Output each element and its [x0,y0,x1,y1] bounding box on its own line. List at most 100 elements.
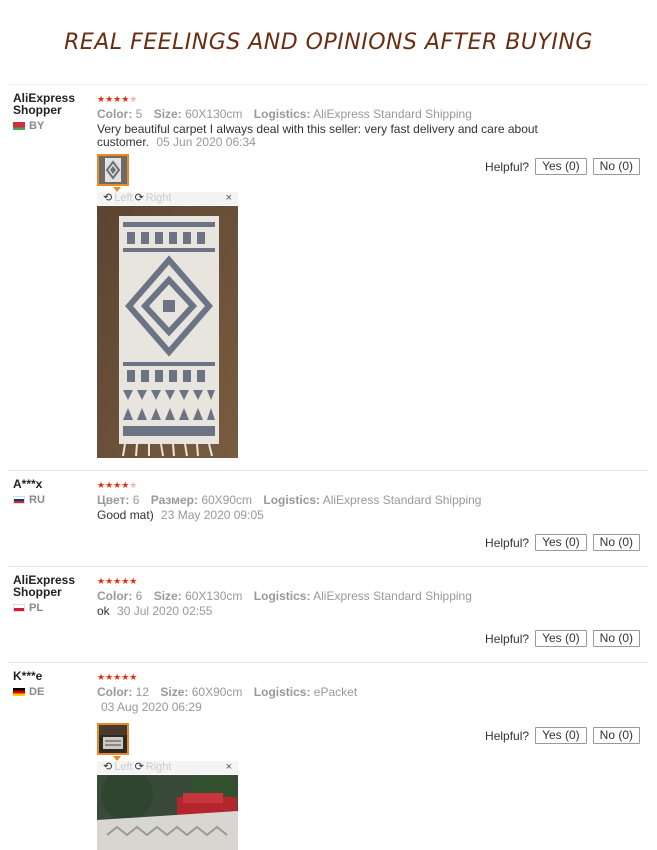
attr-value: 12 [135,685,150,699]
close-icon[interactable]: × [226,761,232,774]
helpful-yes-button[interactable]: Yes (0) [535,630,587,647]
review-attributes: Цвет: 6 Размер: 60X90cm Logistics: AliEx… [97,493,567,507]
reviewer-country: BY [13,120,93,132]
reviewer-info: AliExpress Shopper PL [13,574,93,614]
rotate-right-label[interactable]: Right [146,192,172,205]
helpful-label: Helpful? [485,631,530,646]
reviewer-name: AliExpress Shopper [13,573,76,599]
reviewer-name: A***x [13,477,43,491]
review-content: ★★★★★ Color: 6 Size: 60X130cm Logistics:… [97,576,567,618]
helpful-label: Helpful? [485,535,530,550]
rotate-right-icon[interactable]: ⟳ [135,192,144,205]
rotate-left-label[interactable]: Left [114,761,132,774]
close-icon[interactable]: × [226,192,232,205]
helpful-vote: Helpful? Yes (0) No (0) [485,727,640,744]
attr-label: Size: [153,589,182,603]
helpful-vote: Helpful? Yes (0) No (0) [485,534,640,551]
star-rating: ★★★★★ [97,672,138,682]
photo-viewer-toolbar: ⟲ Left ⟳ Right × [97,192,238,205]
attr-label: Logistics: [253,107,311,121]
flag-pl-icon [13,604,25,612]
helpful-no-button[interactable]: No (0) [592,727,640,744]
review-photo-thumbnail[interactable] [97,723,129,755]
review-text-block: 03 Aug 2020 06:29 [97,701,567,714]
helpful-no-button[interactable]: No (0) [592,158,640,175]
country-code: RU [29,494,45,506]
attr-label: Размер: [150,493,198,507]
review-content: ★★★★★ Color: 5 Size: 60X130cm Logistics:… [97,94,567,149]
review-text-block: Good mat) 23 May 2020 09:05 [97,509,567,522]
rotate-left-icon[interactable]: ⟲ [103,192,112,205]
divider [8,84,649,85]
attr-label: Logistics: [263,493,321,507]
section-heading: REAL FEELINGS AND OPINIONS AFTER BUYING [64,30,593,55]
review-date: 03 Aug 2020 06:29 [101,700,202,714]
helpful-no-button[interactable]: No (0) [592,630,640,647]
attr-value: 6 [132,493,140,507]
attr-value: AliExpress Standard Shipping [313,107,472,121]
helpful-yes-button[interactable]: Yes (0) [535,158,587,175]
reviewer-name: K***e [13,669,43,683]
attr-value: 60X90cm [191,685,243,699]
attr-value: AliExpress Standard Shipping [322,493,482,507]
review-attributes: Color: 6 Size: 60X130cm Logistics: AliEx… [97,589,567,603]
rug-thumb-image [99,725,127,753]
rotate-left-label[interactable]: Left [114,192,132,205]
reviewer-info: AliExpress Shopper BY [13,92,93,132]
rotate-left-icon[interactable]: ⟲ [103,761,112,774]
attr-value: 5 [135,107,143,121]
review-content: ★★★★★ Цвет: 6 Размер: 60X90cm Logistics:… [97,480,567,522]
review-photo-large [97,206,238,458]
star-rating: ★★★★★ [97,480,138,490]
attr-label: Color: [97,107,133,121]
review-text-block: Very beautiful carpet I always deal with… [97,123,567,149]
review-item: K***e DE ★★★★★ Color: 12 Size: 60X90cm L… [8,664,648,850]
reviewer-info: A***x RU [13,478,93,506]
review-attributes: Color: 5 Size: 60X130cm Logistics: AliEx… [97,107,567,121]
star-rating: ★★★★★ [97,576,138,586]
review-attributes: Color: 12 Size: 60X90cm Logistics: ePack… [97,685,567,699]
attr-label: Logistics: [253,589,311,603]
photo-viewer-toolbar: ⟲ Left ⟳ Right × [97,761,238,774]
review-date: 05 Jun 2020 06:34 [156,135,256,149]
review-content: ★★★★★ Color: 12 Size: 60X90cm Logistics:… [97,672,567,714]
review-item: AliExpress Shopper BY ★★★★★ Color: 5 Siz… [8,86,648,471]
rug-thumb-image [99,156,127,184]
review-text: Good mat) [97,508,154,522]
review-photo-thumbnail[interactable] [97,154,129,186]
reviewer-country: RU [13,494,93,506]
review-text: ok [97,604,110,618]
review-text-block: ok 30 Jul 2020 02:55 [97,605,567,618]
review-item: AliExpress Shopper PL ★★★★★ Color: 6 Siz… [8,568,648,663]
helpful-no-button[interactable]: No (0) [592,534,640,551]
flag-de-icon [13,688,25,696]
attr-label: Цвет: [97,493,130,507]
review-date: 23 May 2020 09:05 [161,508,264,522]
review-item: A***x RU ★★★★★ Цвет: 6 Размер: 60X90cm L… [8,472,648,567]
attr-label: Color: [97,589,133,603]
flag-by-icon [13,122,25,130]
rotate-right-label[interactable]: Right [146,761,172,774]
helpful-label: Helpful? [485,728,530,743]
attr-value: 60X130cm [185,589,243,603]
review-photo-large [97,775,238,850]
reviewer-country: PL [13,602,93,614]
attr-label: Size: [160,685,189,699]
flag-ru-icon [13,496,25,504]
country-code: BY [29,120,45,132]
helpful-yes-button[interactable]: Yes (0) [535,534,587,551]
helpful-vote: Helpful? Yes (0) No (0) [485,630,640,647]
attr-value: 60X90cm [201,493,253,507]
rug-photo-image [97,206,238,458]
attr-value: ePacket [313,685,358,699]
reviewer-name: AliExpress Shopper [13,91,76,117]
rotate-right-icon[interactable]: ⟳ [135,761,144,774]
attr-value: 6 [135,589,143,603]
review-date: 30 Jul 2020 02:55 [117,604,213,618]
helpful-yes-button[interactable]: Yes (0) [535,727,587,744]
reviewer-info: K***e DE [13,670,93,698]
country-code: DE [29,686,45,698]
attr-value: 60X130cm [185,107,243,121]
country-code: PL [29,602,44,614]
attr-value: AliExpress Standard Shipping [313,589,472,603]
